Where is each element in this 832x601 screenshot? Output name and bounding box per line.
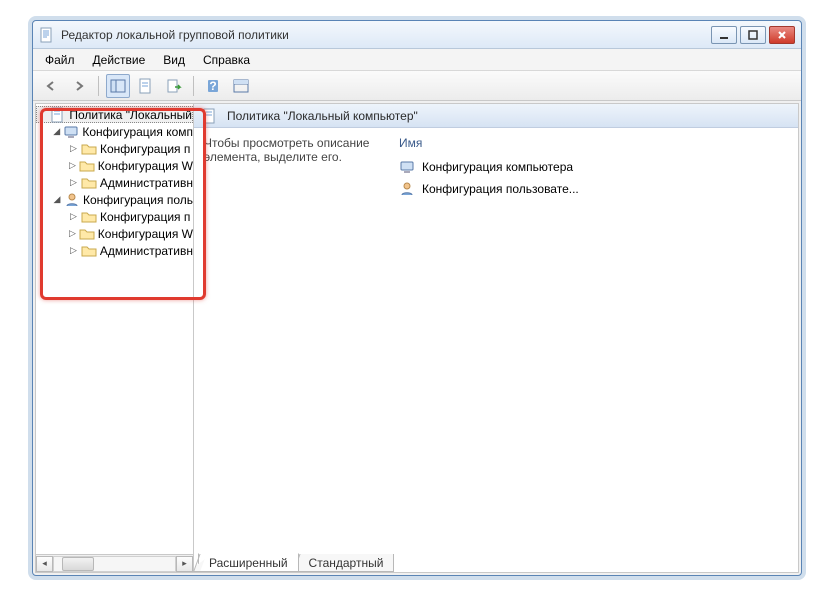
folder-icon (81, 243, 97, 259)
toolbar-separator (98, 76, 99, 96)
tree-user-config[interactable]: ◢ Конфигурация поль (36, 191, 193, 208)
tree-item[interactable]: ▷ Конфигурация W (36, 157, 193, 174)
export-button[interactable] (162, 74, 186, 98)
tree-pane-icon (110, 78, 126, 94)
arrow-right-icon (72, 79, 86, 93)
tree-item[interactable]: ▷ Конфигурация п (36, 140, 193, 157)
tree-label: Конфигурация W (98, 159, 193, 173)
tab-extended[interactable]: Расширенный (198, 553, 299, 572)
tree: Политика "Локальный ◢ Конфигурация комп … (36, 104, 193, 261)
close-button[interactable] (769, 26, 795, 44)
tree-item[interactable]: ▷ Конфигурация п (36, 208, 193, 225)
details-pane: Политика "Локальный компьютер" Чтобы про… (194, 104, 798, 572)
folder-icon (79, 226, 95, 242)
expand-icon[interactable]: ▷ (68, 245, 79, 256)
menu-bar: Файл Действие Вид Справка (33, 49, 801, 71)
list-item[interactable]: Конфигурация пользовате... (399, 180, 788, 198)
tree-item[interactable]: ▷ Административн (36, 174, 193, 191)
folder-icon (81, 209, 97, 225)
filter-button[interactable] (229, 74, 253, 98)
toolbar-separator (193, 76, 194, 96)
show-tree-button[interactable] (106, 74, 130, 98)
tree-label: Конфигурация п (100, 210, 190, 224)
tree-label: Административн (100, 244, 193, 258)
computer-icon (63, 124, 79, 140)
window-title: Редактор локальной групповой политики (61, 28, 708, 42)
folder-icon (79, 158, 95, 174)
expand-icon[interactable]: ▷ (68, 177, 79, 188)
forward-button[interactable] (67, 74, 91, 98)
filter-options-icon (233, 78, 249, 94)
tree-pane: Политика "Локальный ◢ Конфигурация комп … (36, 104, 194, 572)
tab-standard[interactable]: Стандартный (298, 554, 395, 572)
tree-label: Административн (100, 176, 193, 190)
tree-label: Конфигурация п (100, 142, 190, 156)
tree-label: Конфигурация комп (82, 125, 193, 139)
item-label: Конфигурация пользовате... (422, 182, 579, 196)
export-list-icon (166, 78, 182, 94)
detail-body: Чтобы просмотреть описание элемента, выд… (194, 128, 798, 550)
content-area: Политика "Локальный ◢ Конфигурация комп … (35, 103, 799, 573)
tree-label: Политика "Локальный (69, 108, 192, 122)
description-panel: Чтобы просмотреть описание элемента, выд… (204, 136, 389, 542)
menu-file[interactable]: Файл (37, 51, 83, 69)
user-icon (64, 192, 80, 208)
policy-document-icon (202, 108, 218, 124)
menu-help[interactable]: Справка (195, 51, 258, 69)
menu-view[interactable]: Вид (155, 51, 193, 69)
node-title: Политика "Локальный компьютер" (227, 109, 418, 123)
horizontal-scrollbar[interactable]: ◂ ▸ (36, 554, 193, 572)
svg-text:?: ? (209, 79, 216, 93)
help-button[interactable]: ? (201, 74, 225, 98)
tree-label: Конфигурация поль (83, 193, 193, 207)
app-icon (39, 27, 55, 43)
help-icon: ? (205, 78, 221, 94)
app-window: Редактор локальной групповой политики Фа… (32, 20, 802, 576)
toolbar: ? (33, 71, 801, 101)
minimize-button[interactable] (711, 26, 737, 44)
folder-icon (81, 175, 97, 191)
node-header: Политика "Локальный компьютер" (194, 104, 798, 128)
tree-scroll-area[interactable]: Политика "Локальный ◢ Конфигурация комп … (36, 104, 193, 554)
arrow-left-icon (44, 79, 58, 93)
computer-icon (399, 159, 415, 175)
menu-action[interactable]: Действие (85, 51, 154, 69)
list-panel: Имя Конфигурация компьютера Конфигурация… (399, 136, 788, 542)
back-button[interactable] (39, 74, 63, 98)
policy-document-icon (50, 107, 66, 123)
title-bar: Редактор локальной групповой политики (33, 21, 801, 49)
user-icon (399, 181, 415, 197)
expand-icon[interactable]: ▷ (68, 211, 79, 222)
folder-icon (81, 141, 97, 157)
expand-icon[interactable]: ▷ (68, 160, 77, 171)
collapse-icon[interactable]: ◢ (52, 194, 62, 205)
tree-item[interactable]: ▷ Конфигурация W (36, 225, 193, 242)
column-header-name[interactable]: Имя (399, 136, 788, 154)
collapse-icon[interactable]: ◢ (52, 126, 61, 137)
expand-icon[interactable]: ▷ (68, 228, 77, 239)
tree-computer-config[interactable]: ◢ Конфигурация комп (36, 123, 193, 140)
list-item[interactable]: Конфигурация компьютера (399, 158, 788, 176)
tree-label: Конфигурация W (98, 227, 193, 241)
description-text: Чтобы просмотреть описание элемента, выд… (204, 136, 389, 164)
item-label: Конфигурация компьютера (422, 160, 573, 174)
view-tabs: Расширенный Стандартный (194, 550, 798, 572)
tree-item[interactable]: ▷ Административн (36, 242, 193, 259)
properties-button[interactable] (134, 74, 158, 98)
properties-icon (138, 78, 154, 94)
scroll-right-button[interactable]: ▸ (176, 556, 193, 572)
expand-icon[interactable]: ▷ (68, 143, 79, 154)
scroll-track[interactable] (53, 556, 176, 572)
tree-root[interactable]: Политика "Локальный (36, 106, 193, 123)
expander-icon[interactable] (41, 109, 48, 120)
scroll-thumb[interactable] (62, 557, 94, 571)
scroll-left-button[interactable]: ◂ (36, 556, 53, 572)
maximize-button[interactable] (740, 26, 766, 44)
